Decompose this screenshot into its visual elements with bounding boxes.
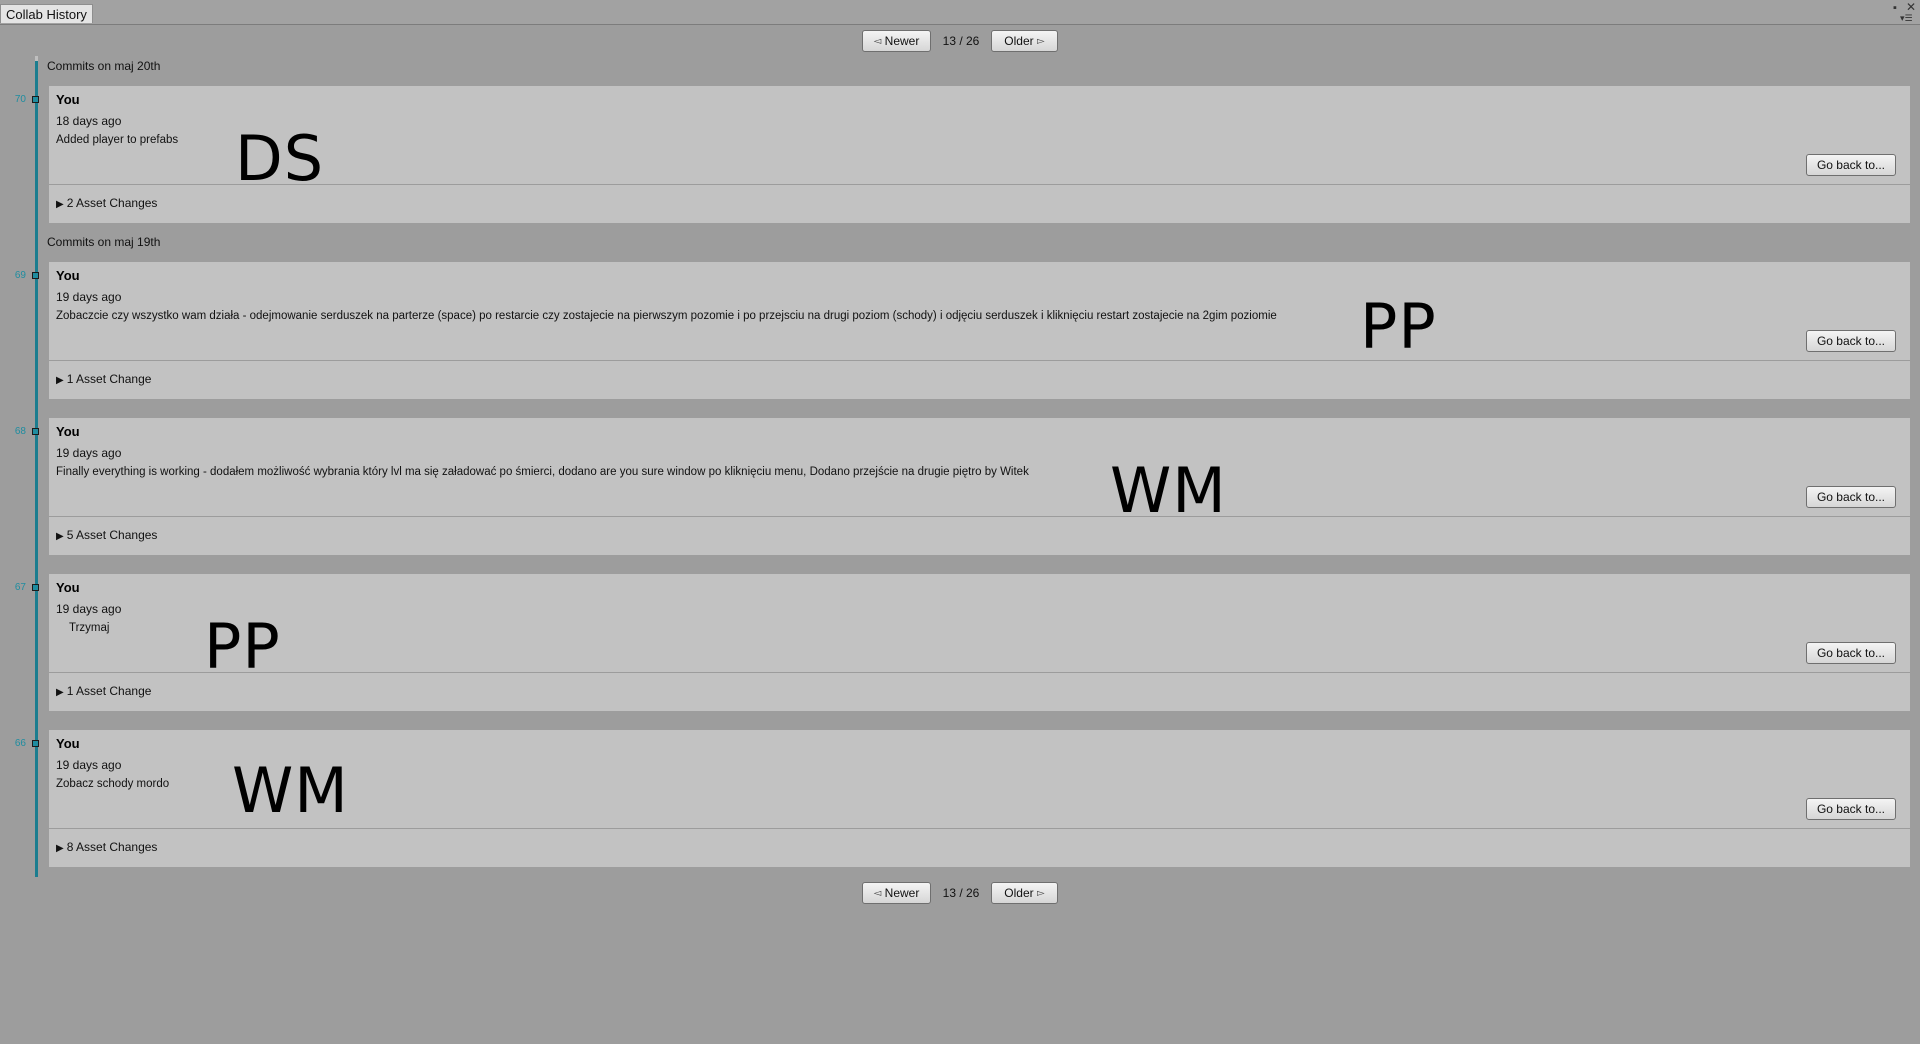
asset-changes-toggle[interactable]: ▶ 8 Asset Changes bbox=[56, 840, 157, 854]
handwritten-annotation: WM bbox=[1110, 454, 1227, 527]
older-label: Older bbox=[1004, 34, 1034, 48]
commit-node-icon bbox=[32, 740, 39, 747]
group-header: Commits on maj 19th bbox=[47, 235, 161, 249]
commit-node-icon bbox=[32, 272, 39, 279]
commit-card: You 19 days ago Zobacz schody mordo WM G… bbox=[49, 730, 1910, 867]
handwritten-annotation: DS bbox=[235, 122, 325, 195]
commit-card: You 18 days ago Added player to prefabs … bbox=[49, 86, 1910, 223]
commit-node-icon bbox=[32, 428, 39, 435]
pagination-bottom: ◅ Newer 13 / 26 Older ▻ bbox=[0, 881, 1920, 905]
handwritten-annotation: PP bbox=[1360, 290, 1437, 363]
card-divider bbox=[49, 360, 1910, 361]
asset-changes-label: 2 Asset Changes bbox=[66, 196, 158, 210]
newer-label: Newer bbox=[884, 34, 920, 48]
commit-time: 19 days ago bbox=[56, 290, 122, 304]
go-back-button[interactable]: Go back to... bbox=[1806, 798, 1896, 820]
older-label: Older bbox=[1004, 886, 1034, 900]
older-button[interactable]: Older ▻ bbox=[991, 882, 1058, 904]
handwritten-annotation: PP bbox=[204, 610, 281, 683]
commit-author: You bbox=[56, 424, 80, 439]
page-indicator: 13 / 26 bbox=[942, 886, 980, 900]
card-divider bbox=[49, 828, 1910, 829]
card-divider bbox=[49, 672, 1910, 673]
go-back-button[interactable]: Go back to... bbox=[1806, 154, 1896, 176]
card-divider bbox=[49, 184, 1910, 185]
asset-changes-toggle[interactable]: ▶ 1 Asset Change bbox=[56, 684, 151, 698]
handwritten-annotation: WM bbox=[232, 754, 349, 827]
asset-changes-label: 1 Asset Change bbox=[66, 372, 152, 386]
asset-changes-toggle[interactable]: ▶ 5 Asset Changes bbox=[56, 528, 157, 542]
expand-triangle-icon: ▶ bbox=[56, 843, 64, 854]
page-indicator: 13 / 26 bbox=[942, 34, 980, 48]
commit-node-icon bbox=[32, 584, 39, 591]
commit-author: You bbox=[56, 92, 80, 107]
menu-icon[interactable]: ▾☰ bbox=[1900, 12, 1913, 24]
go-back-button[interactable]: Go back to... bbox=[1806, 486, 1896, 508]
asset-changes-toggle[interactable]: ▶ 1 Asset Change bbox=[56, 372, 151, 386]
commit-time: 18 days ago bbox=[56, 114, 122, 128]
triangle-left-icon: ◅ bbox=[873, 35, 882, 47]
commit-node-icon bbox=[32, 96, 39, 103]
commit-card: You 19 days ago Zobaczcie czy wszystko w… bbox=[49, 262, 1910, 399]
commit-number: 69 bbox=[14, 270, 26, 281]
expand-triangle-icon: ▶ bbox=[56, 199, 64, 210]
timeline-line bbox=[35, 61, 38, 877]
newer-button[interactable]: ◅ Newer bbox=[862, 30, 931, 52]
commit-author: You bbox=[56, 736, 80, 751]
commit-number: 70 bbox=[14, 94, 26, 105]
pagination-top: ◅ Newer 13 / 26 Older ▻ bbox=[0, 29, 1920, 53]
commit-message: Finally everything is working - dodałem … bbox=[56, 466, 1029, 478]
asset-changes-label: 1 Asset Change bbox=[66, 684, 152, 698]
commit-number: 67 bbox=[14, 582, 26, 593]
window-tab[interactable]: Collab History bbox=[0, 4, 93, 23]
commit-number: 68 bbox=[14, 426, 26, 437]
go-back-button[interactable]: Go back to... bbox=[1806, 642, 1896, 664]
window-titlebar: Collab History ▪ ✕ ▾☰ bbox=[0, 0, 1920, 25]
triangle-right-icon: ▻ bbox=[1036, 35, 1045, 47]
go-back-button[interactable]: Go back to... bbox=[1806, 330, 1896, 352]
asset-changes-toggle[interactable]: ▶ 2 Asset Changes bbox=[56, 196, 157, 210]
commit-author: You bbox=[56, 580, 80, 595]
commit-card: You 19 days ago Trzymaj PP Go back to...… bbox=[49, 574, 1910, 711]
commit-time: 19 days ago bbox=[56, 602, 122, 616]
expand-triangle-icon: ▶ bbox=[56, 531, 64, 542]
asset-changes-label: 8 Asset Changes bbox=[66, 840, 158, 854]
triangle-left-icon: ◅ bbox=[873, 887, 882, 899]
commit-author: You bbox=[56, 268, 80, 283]
commit-message: Zobacz schody mordo bbox=[56, 778, 170, 790]
newer-button[interactable]: ◅ Newer bbox=[862, 882, 931, 904]
commit-time: 19 days ago bbox=[56, 446, 122, 460]
commit-message: Trzymaj bbox=[69, 622, 110, 634]
card-divider bbox=[49, 516, 1910, 517]
maximize-icon[interactable]: ▪ bbox=[1893, 2, 1897, 14]
expand-triangle-icon: ▶ bbox=[56, 375, 64, 386]
newer-label: Newer bbox=[884, 886, 920, 900]
commit-card: You 19 days ago Finally everything is wo… bbox=[49, 418, 1910, 555]
commit-message: Zobaczcie czy wszystko wam działa - odej… bbox=[56, 310, 1277, 322]
commit-message: Added player to prefabs bbox=[56, 134, 179, 146]
group-header: Commits on maj 20th bbox=[47, 59, 161, 73]
triangle-right-icon: ▻ bbox=[1036, 887, 1045, 899]
commit-time: 19 days ago bbox=[56, 758, 122, 772]
older-button[interactable]: Older ▻ bbox=[991, 30, 1058, 52]
expand-triangle-icon: ▶ bbox=[56, 687, 64, 698]
asset-changes-label: 5 Asset Changes bbox=[66, 528, 158, 542]
commit-number: 66 bbox=[14, 738, 26, 749]
